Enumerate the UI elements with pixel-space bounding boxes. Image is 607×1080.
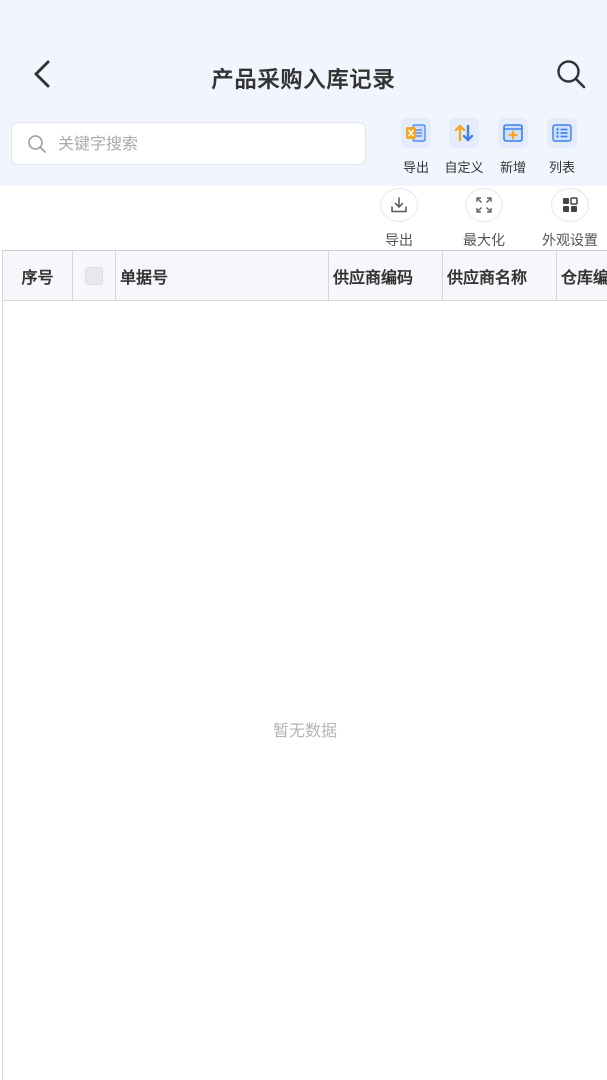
column-header-seq[interactable]: 序号 (3, 251, 73, 300)
toolbar-customize-label: 自定义 (444, 161, 484, 176)
column-header-select-all[interactable] (73, 251, 116, 300)
toolbar-add-label: 新增 (499, 161, 526, 176)
toolbar-list-button[interactable]: 列表 (536, 114, 588, 176)
toolbar-customize-button[interactable]: 自定义 (438, 114, 490, 176)
download-icon (380, 188, 418, 222)
toolbar-add-button[interactable]: 新增 (487, 114, 539, 176)
add-box-icon (498, 118, 528, 148)
search-input-box[interactable] (11, 122, 366, 165)
nav-bar: 产品采购入库记录 (0, 40, 607, 112)
page-title: 产品采购入库记录 (211, 68, 396, 93)
maximize-icon (465, 188, 503, 222)
sort-arrows-icon (449, 118, 479, 148)
appearance-settings-button[interactable]: 外观设置 (530, 186, 607, 250)
search-button[interactable] (551, 54, 591, 94)
search-icon (26, 133, 48, 155)
appearance-settings-label: 外观设置 (542, 233, 598, 249)
data-table: 序号 单据号 供应商编码 供应商名称 仓库编码 暂无数据 (2, 250, 607, 1080)
maximize-button[interactable]: 最大化 (444, 186, 524, 250)
maximize-label: 最大化 (463, 233, 505, 249)
column-header-supplier-code[interactable]: 供应商编码 (329, 251, 443, 300)
export-button[interactable]: 导出 (359, 186, 439, 250)
grid-settings-icon (551, 188, 589, 222)
empty-state-text: 暂无数据 (272, 721, 337, 740)
select-all-checkbox[interactable] (85, 266, 103, 285)
table-header: 序号 单据号 供应商编码 供应商名称 仓库编码 (3, 251, 607, 301)
toolbar-export-button[interactable]: 导出 (390, 114, 442, 176)
column-header-warehouse-code[interactable]: 仓库编码 (557, 251, 607, 300)
toolbar-export-label: 导出 (402, 161, 429, 176)
column-header-bill-no[interactable]: 单据号 (116, 251, 329, 300)
excel-export-icon (401, 118, 431, 148)
export-label: 导出 (385, 233, 413, 249)
search-icon (557, 60, 586, 89)
search-input[interactable] (56, 133, 340, 154)
list-icon (547, 118, 577, 148)
toolbar-list-label: 列表 (548, 161, 575, 176)
column-header-supplier-name[interactable]: 供应商名称 (443, 251, 557, 300)
